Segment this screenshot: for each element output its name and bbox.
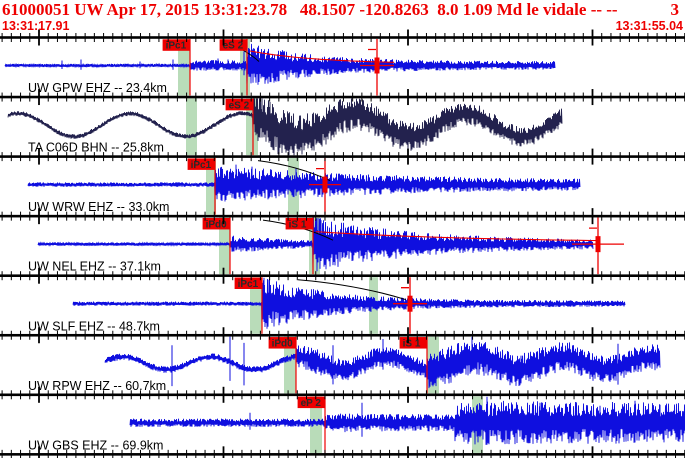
trace-divider bbox=[0, 155, 685, 158]
pick-label-text[interactable]: iPc1 bbox=[238, 279, 259, 290]
trace-divider bbox=[0, 333, 685, 337]
station-label: UW WRW EHZ -- 33.0km bbox=[28, 200, 169, 214]
station-label: UW RPW EHZ -- 60.7km bbox=[28, 379, 166, 393]
seismogram-viewer-window: 61000051 UW Apr 17, 2015 13:31:23.78 48.… bbox=[0, 0, 685, 458]
pick-uncertainty-band bbox=[186, 98, 197, 156]
station-label: UW GPW EHZ -- 23.4km bbox=[28, 81, 167, 95]
pick-label-text[interactable]: eS 2 bbox=[223, 41, 244, 52]
trace-divider bbox=[0, 393, 685, 397]
seismogram-canvas[interactable]: iPc1 eS 2UW GPW EHZ -- 23.4kmeS 2TA C06D … bbox=[0, 0, 685, 458]
pick-label-text[interactable]: iPc1 bbox=[191, 160, 212, 171]
trace-divider bbox=[0, 274, 685, 277]
pick-label-text[interactable]: iPc1 bbox=[166, 41, 187, 52]
trace-divider bbox=[0, 36, 685, 39]
pick-label-text[interactable]: iPd0 bbox=[272, 338, 294, 349]
pick-label-text[interactable]: eS 2 bbox=[229, 100, 250, 111]
trace-divider bbox=[0, 214, 685, 218]
pick-label-text[interactable]: eP 2 bbox=[301, 398, 322, 409]
pick-label-text[interactable]: iS 1 bbox=[289, 219, 307, 230]
pick-label-text[interactable]: iS 1 bbox=[403, 338, 421, 349]
trace-divider bbox=[0, 95, 685, 99]
trace-divider bbox=[0, 453, 685, 456]
